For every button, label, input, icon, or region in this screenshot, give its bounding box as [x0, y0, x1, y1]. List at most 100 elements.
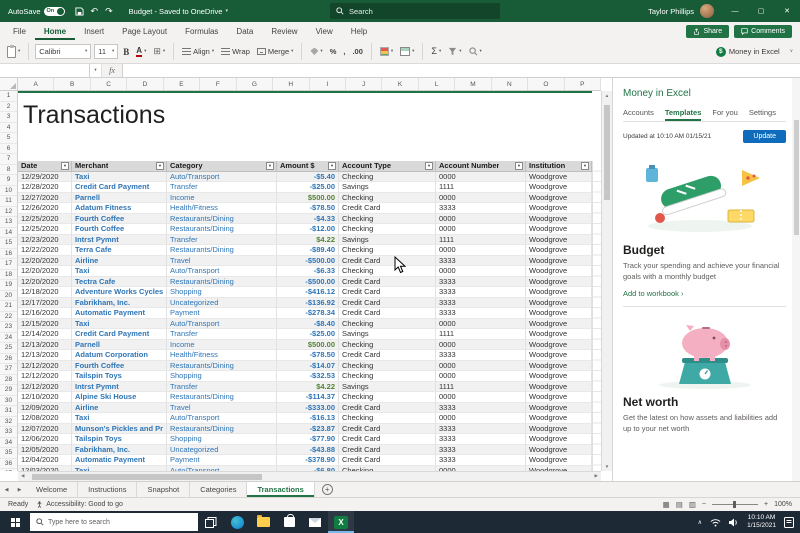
cell-account-type[interactable]: Credit Card: [339, 434, 436, 445]
decimal-button[interactable]: .00: [350, 45, 364, 58]
cell-merchant[interactable]: Airline: [72, 256, 167, 267]
taskbar-store-button[interactable]: [276, 511, 302, 533]
cell-account-type[interactable]: Checking: [339, 319, 436, 330]
cell-account-type[interactable]: Credit Card: [339, 203, 436, 214]
table-row[interactable]: 12/13/2020 Adatum Corporation Health/Fit…: [18, 350, 592, 361]
cell-category[interactable]: Transfer: [167, 382, 277, 393]
cell-category[interactable]: Transfer: [167, 182, 277, 193]
cell-amount[interactable]: -$78.50: [277, 203, 339, 214]
cell-institution[interactable]: Woodgrove: [526, 455, 592, 466]
sheet-tab[interactable]: Welcome: [26, 482, 78, 497]
cell-date[interactable]: 12/12/2020: [18, 371, 72, 382]
table-row[interactable]: 12/20/2020 Airline Travel -$500.00 Credi…: [18, 256, 592, 267]
column-header[interactable]: J: [346, 78, 382, 90]
cell-category[interactable]: Shopping: [167, 371, 277, 382]
cell-category[interactable]: Health/Fitness: [167, 350, 277, 361]
page-break-view-button[interactable]: ▥: [689, 500, 696, 509]
sheet-nav-left-icon[interactable]: ◀: [0, 482, 13, 497]
cell-institution[interactable]: Woodgrove: [526, 382, 592, 393]
row-header[interactable]: 27: [0, 364, 17, 375]
cell-amount[interactable]: -$78.50: [277, 350, 339, 361]
cell-account-number[interactable]: 0000: [436, 172, 526, 183]
filter-button[interactable]: ▼: [61, 162, 69, 170]
cell-merchant[interactable]: Adatum Fitness: [72, 203, 167, 214]
cell-institution[interactable]: Woodgrove: [526, 361, 592, 372]
cell-category[interactable]: Restaurants/Dining: [167, 245, 277, 256]
ribbon-tab[interactable]: Page Layout: [113, 22, 176, 40]
cell-date[interactable]: 12/13/2020: [18, 340, 72, 351]
share-button[interactable]: Share: [686, 25, 729, 38]
comma-style-button[interactable]: ,: [341, 45, 347, 58]
row-header[interactable]: 17: [0, 259, 17, 270]
column-header[interactable]: K: [382, 78, 418, 90]
cell-category[interactable]: Transfer: [167, 329, 277, 340]
row-header[interactable]: 16: [0, 249, 17, 260]
column-header[interactable]: F: [200, 78, 236, 90]
cell-account-number[interactable]: 0000: [436, 392, 526, 403]
cell-account-type[interactable]: Checking: [339, 371, 436, 382]
cell-account-type[interactable]: Checking: [339, 172, 436, 183]
bold-button[interactable]: B: [121, 45, 131, 59]
ribbon-tab[interactable]: Review: [262, 22, 306, 40]
cell-date[interactable]: 12/07/2020: [18, 424, 72, 435]
borders-button[interactable]: ⊞ ▾: [151, 45, 167, 58]
vertical-scroll-thumb[interactable]: [604, 105, 610, 200]
cell-account-number[interactable]: 3333: [436, 424, 526, 435]
cell-amount[interactable]: -$500.00: [277, 256, 339, 267]
table-row[interactable]: 12/20/2020 Taxi Auto/Transport -$6.33 Ch…: [18, 266, 592, 277]
cell-date[interactable]: 12/15/2020: [18, 319, 72, 330]
cell-account-type[interactable]: Credit Card: [339, 287, 436, 298]
task-view-button[interactable]: [198, 511, 224, 533]
cell-account-number[interactable]: 3333: [436, 298, 526, 309]
cell-date[interactable]: 12/26/2020: [18, 203, 72, 214]
zoom-out-button[interactable]: −: [702, 501, 706, 508]
cell-institution[interactable]: Woodgrove: [526, 287, 592, 298]
cell-account-number[interactable]: 3333: [436, 256, 526, 267]
filter-button[interactable]: ▼: [156, 162, 164, 170]
table-row[interactable]: 12/12/2020 Intrst Pymnt Transfer $4.22 S…: [18, 382, 592, 393]
comments-button[interactable]: Comments: [734, 25, 792, 38]
find-select-button[interactable]: ▾: [467, 45, 484, 58]
taskbar-excel-button[interactable]: X: [328, 511, 354, 533]
cell-merchant[interactable]: Adventure Works Cycles: [72, 287, 167, 298]
cell-date[interactable]: 12/16/2020: [18, 308, 72, 319]
column-header[interactable]: G: [237, 78, 273, 90]
table-row[interactable]: 12/14/2020 Credit Card Payment Transfer …: [18, 329, 592, 340]
minimize-button[interactable]: —: [722, 0, 748, 22]
pane-scrollbar[interactable]: [792, 78, 800, 481]
cell-account-number[interactable]: 1111: [436, 382, 526, 393]
table-row[interactable]: 12/20/2020 Tectra Cafe Restaurants/Dinin…: [18, 277, 592, 288]
money-in-excel-button[interactable]: $ Money in Excel: [711, 45, 785, 59]
restore-button[interactable]: ▢: [748, 0, 774, 22]
cell-account-type[interactable]: Credit Card: [339, 424, 436, 435]
cell-account-type[interactable]: Checking: [339, 361, 436, 372]
cell-account-type[interactable]: Credit Card: [339, 455, 436, 466]
taskbar-file-explorer-button[interactable]: [250, 511, 276, 533]
cell-account-number[interactable]: 3333: [436, 308, 526, 319]
scroll-up-icon[interactable]: ▲: [602, 93, 612, 98]
cell-category[interactable]: Auto/Transport: [167, 266, 277, 277]
table-row[interactable]: 12/07/2020 Munson's Pickles and Pr Resta…: [18, 424, 592, 435]
row-header[interactable]: 2: [0, 102, 17, 113]
vertical-scrollbar[interactable]: ▲ ▼: [601, 91, 612, 471]
taskbar-edge-button[interactable]: [224, 511, 250, 533]
cell-institution[interactable]: Woodgrove: [526, 298, 592, 309]
cell-account-number[interactable]: 3333: [436, 287, 526, 298]
cell-institution[interactable]: Woodgrove: [526, 245, 592, 256]
cell-amount[interactable]: -$4.33: [277, 214, 339, 225]
cell-account-number[interactable]: 0000: [436, 214, 526, 225]
table-row[interactable]: 12/25/2020 Fourth Coffee Restaurants/Din…: [18, 224, 592, 235]
table-header-cell[interactable]: Merchant ▼: [72, 161, 167, 172]
cell-merchant[interactable]: Taxi: [72, 413, 167, 424]
row-header[interactable]: 21: [0, 301, 17, 312]
filter-button[interactable]: ▼: [581, 162, 589, 170]
cell-date[interactable]: 12/25/2020: [18, 214, 72, 225]
conditional-formatting-button[interactable]: ▾: [378, 45, 395, 58]
table-row[interactable]: 12/16/2020 Automatic Payment Payment -$2…: [18, 308, 592, 319]
cell-merchant[interactable]: Taxi: [72, 172, 167, 183]
cell-date[interactable]: 12/27/2020: [18, 193, 72, 204]
cell-account-type[interactable]: Checking: [339, 245, 436, 256]
cell-account-type[interactable]: Credit Card: [339, 445, 436, 456]
cell-merchant[interactable]: Intrst Pymnt: [72, 382, 167, 393]
scroll-down-icon[interactable]: ▼: [602, 464, 612, 469]
